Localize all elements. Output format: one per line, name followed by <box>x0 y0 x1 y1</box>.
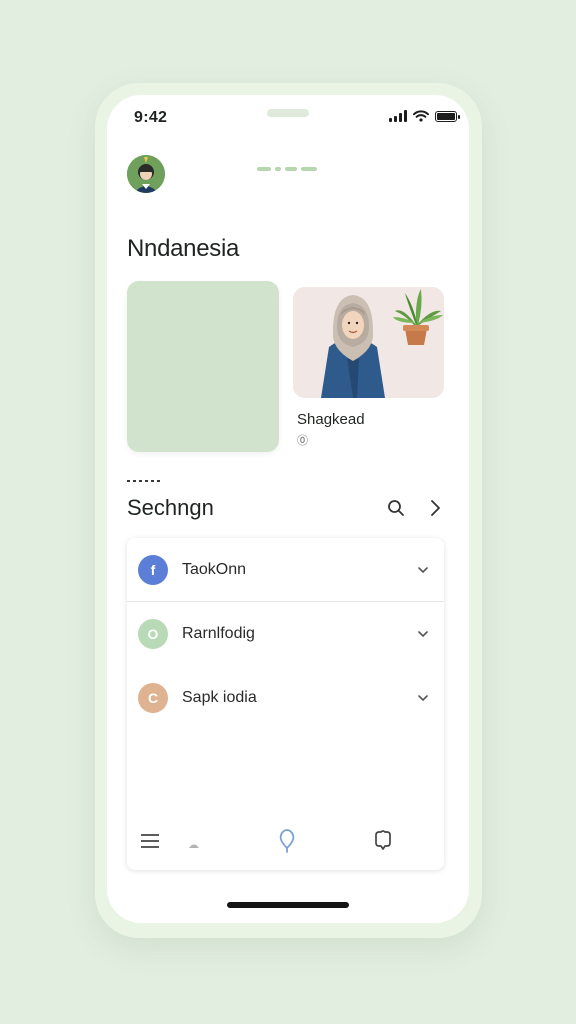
status-time: 9:42 <box>134 109 168 126</box>
status-icons <box>389 110 460 122</box>
page-title: Nndanesia <box>127 235 240 262</box>
menu-icon[interactable] <box>137 828 163 854</box>
featured-card-image[interactable] <box>293 287 444 398</box>
chevron-right-icon[interactable] <box>425 497 445 519</box>
section-title: Sechngn <box>127 495 214 520</box>
list-item[interactable]: O Rarnlfodig <box>127 602 444 666</box>
list-item-glyph: f <box>150 561 156 578</box>
woman-with-plant-illustration <box>293 287 444 398</box>
list-item-glyph: O <box>147 626 159 642</box>
list-item[interactable]: f TaokOnn <box>127 538 444 602</box>
circle-c-icon: C <box>138 683 168 713</box>
location-pin-icon[interactable] <box>274 828 300 854</box>
home-icon[interactable] <box>184 828 210 854</box>
bottom-tab-bar <box>127 810 444 870</box>
page-indicator <box>257 167 317 171</box>
placeholder-card[interactable] <box>127 281 279 452</box>
chevron-down-icon[interactable] <box>416 627 430 641</box>
home-indicator <box>227 902 349 908</box>
divider <box>127 480 160 482</box>
list-item-label: TaokOnn <box>182 560 247 578</box>
top-notch <box>267 109 309 117</box>
list-item-glyph: C <box>147 690 159 706</box>
avatar[interactable] <box>127 155 165 193</box>
signal-icon <box>389 110 407 122</box>
list-card: f TaokOnn O Rarnlfodig C Sapk iodia <box>127 538 444 870</box>
chevron-down-icon[interactable] <box>416 691 430 705</box>
featured-card-title: Shagkead <box>297 411 365 428</box>
battery-icon <box>435 111 460 122</box>
status-bar: 9:42 <box>107 95 469 139</box>
phone-frame: 9:42 Nndanesia Shagkead ⓪ Sechngn f Taok… <box>95 83 482 938</box>
list-item[interactable]: C Sapk iodia <box>127 666 444 730</box>
list-item-label: Rarnlfodig <box>182 625 255 642</box>
phone-screen: 9:42 Nndanesia Shagkead ⓪ Sechngn f Taok… <box>107 95 469 923</box>
chat-icon[interactable] <box>370 828 396 854</box>
chevron-down-icon[interactable] <box>416 563 430 577</box>
circle-o-icon: O <box>138 619 168 649</box>
list-item-label: Sapk iodia <box>182 689 257 706</box>
avatar-portrait-icon <box>127 155 165 193</box>
featured-card-subtitle: ⓪ <box>297 435 308 447</box>
facebook-icon: f <box>138 554 168 585</box>
wifi-icon <box>413 110 429 122</box>
search-icon[interactable] <box>385 497 407 519</box>
